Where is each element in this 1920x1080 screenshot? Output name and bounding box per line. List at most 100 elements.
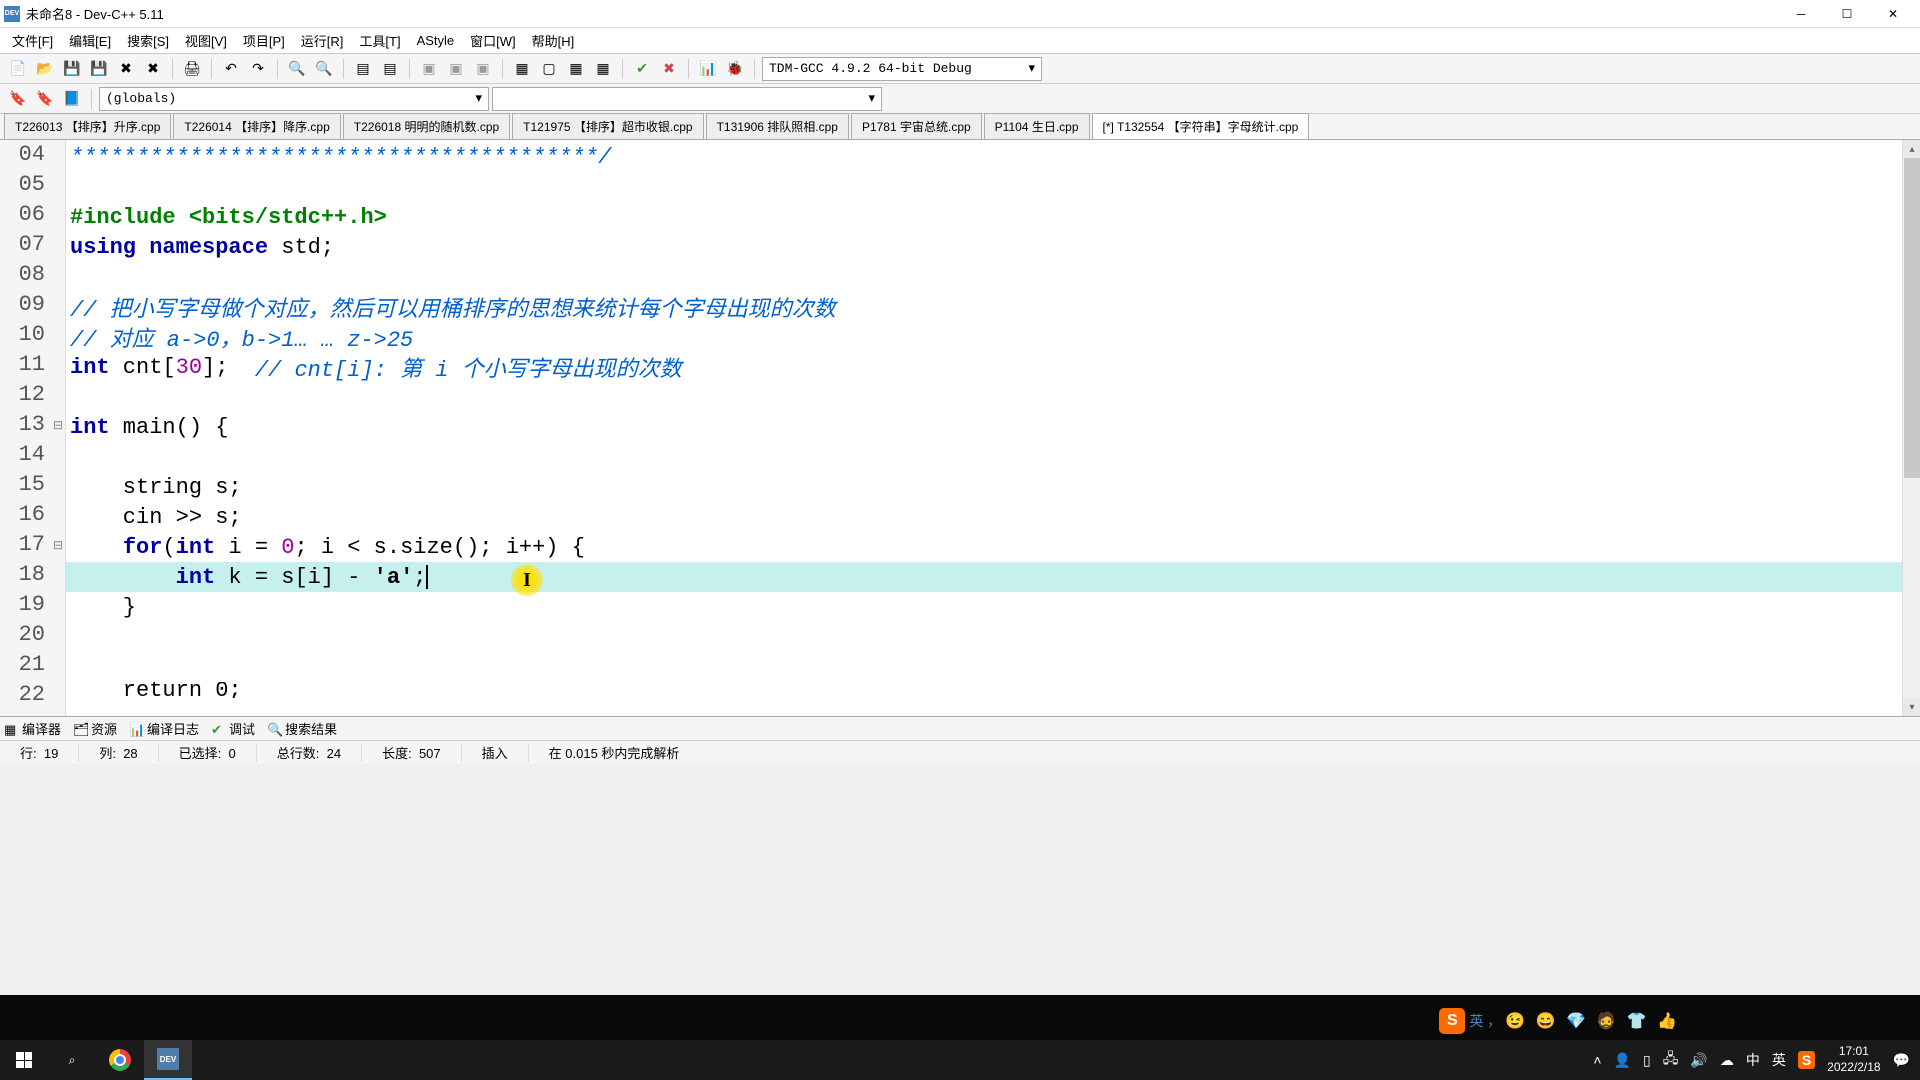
- line-number: 13: [0, 412, 65, 442]
- line-number: 09: [0, 292, 65, 322]
- status-bar: 行: 19 列: 28 已选择: 0 总行数: 24 长度: 507 插入 在 …: [0, 740, 1920, 764]
- taskbar-chrome[interactable]: [96, 1040, 144, 1080]
- tray-ime-mode[interactable]: 英: [1772, 1050, 1786, 1070]
- search-button[interactable]: ⌕: [48, 1040, 96, 1080]
- stop-icon[interactable]: ✖: [657, 57, 681, 81]
- tab-resources[interactable]: 🗂资源: [73, 719, 117, 738]
- close-file-icon[interactable]: ✖: [114, 57, 138, 81]
- status-selected: 已选择: 0: [159, 743, 257, 762]
- scroll-up-icon[interactable]: ▴: [1903, 140, 1920, 158]
- line-number: 07: [0, 232, 65, 262]
- tray-network-icon[interactable]: 🖧: [1663, 1048, 1679, 1072]
- tab-debug[interactable]: ✔调试: [211, 719, 255, 738]
- app-icon: [4, 6, 20, 22]
- print-icon[interactable]: 🖨: [180, 57, 204, 81]
- tray-volume-icon[interactable]: 🔊: [1690, 1052, 1707, 1069]
- profile-icon[interactable]: ▦: [564, 57, 588, 81]
- tab-search-results[interactable]: 🔍搜索结果: [267, 719, 337, 738]
- tray-ime-lang[interactable]: 中: [1746, 1050, 1760, 1070]
- sogou-ime-icon[interactable]: S: [1439, 1008, 1465, 1034]
- tab-compiler[interactable]: ▦编译器: [4, 719, 61, 738]
- main-toolbar: 📄 📂 💾 💾 ✖ ✖ 🖨 ↶ ↷ 🔍 🔍 ▤ ▤ ▣ ▣ ▣ ▦ ▢ ▦ ▦ …: [0, 54, 1920, 84]
- menu-tools[interactable]: 工具[T]: [351, 28, 408, 53]
- menu-view[interactable]: 视图[V]: [177, 28, 235, 53]
- ime-indicator[interactable]: S 英 ， 😉 😄 💎 🧔 👕 👍: [1439, 1008, 1680, 1034]
- file-tab[interactable]: P1104 生日.cpp: [984, 113, 1090, 139]
- line-number: 06: [0, 202, 65, 232]
- scroll-down-icon[interactable]: ▾: [1903, 698, 1920, 716]
- toolbar-separator: [211, 59, 212, 79]
- minimize-button[interactable]: ─: [1778, 0, 1824, 28]
- bookmark-goto-icon[interactable]: 🔖: [33, 87, 57, 111]
- find-icon[interactable]: 🔍: [285, 57, 309, 81]
- close-button[interactable]: ✕: [1870, 0, 1916, 28]
- file-tab[interactable]: T226018 明明的随机数.cpp: [343, 113, 510, 139]
- menu-edit[interactable]: 编辑[E]: [61, 28, 119, 53]
- menu-window[interactable]: 窗口[W]: [462, 28, 524, 53]
- scrollbar-thumb[interactable]: [1904, 158, 1920, 478]
- tray-people-icon[interactable]: 👤: [1614, 1052, 1631, 1069]
- file-tab[interactable]: T226013 【排序】升序.cpp: [4, 113, 171, 139]
- tray-expand-icon[interactable]: ˄: [1593, 1052, 1601, 1068]
- grid-icon: ▦: [4, 722, 18, 736]
- settings-icon[interactable]: ▤: [351, 57, 375, 81]
- code-content[interactable]: ****************************************…: [66, 140, 1920, 716]
- file-tab[interactable]: T226014 【排序】降序.cpp: [173, 113, 340, 139]
- check-icon[interactable]: ✔: [630, 57, 654, 81]
- compiler-profile-dropdown[interactable]: TDM-GCC 4.9.2 64-bit Debug ▾: [762, 57, 1042, 81]
- line-number: 15: [0, 472, 65, 502]
- tray-sogou-icon[interactable]: S: [1798, 1051, 1815, 1069]
- compile-icon[interactable]: ▣: [417, 57, 441, 81]
- start-button[interactable]: [0, 1040, 48, 1080]
- run-icon[interactable]: ▣: [444, 57, 468, 81]
- tray-cloud-icon[interactable]: ☁: [1720, 1052, 1734, 1069]
- notification-icon[interactable]: 💬: [1893, 1052, 1910, 1069]
- syntax-check-icon[interactable]: ▢: [537, 57, 561, 81]
- bookmark-set-icon[interactable]: 🔖: [6, 87, 30, 111]
- menu-file[interactable]: 文件[F]: [4, 28, 61, 53]
- scope-class-dropdown[interactable]: (globals) ▾: [99, 87, 489, 111]
- line-number: 04: [0, 142, 65, 172]
- taskbar-devcpp[interactable]: DEV: [144, 1040, 192, 1080]
- open-file-icon[interactable]: 📂: [33, 57, 57, 81]
- replace-icon[interactable]: 🔍: [312, 57, 336, 81]
- menu-help[interactable]: 帮助[H]: [524, 28, 583, 53]
- file-tab-active[interactable]: [*] T132554 【字符串】字母统计.cpp: [1092, 113, 1310, 139]
- ime-emoji-row[interactable]: 😉 😄 💎 🧔 👕 👍: [1505, 1011, 1680, 1031]
- file-tab[interactable]: T131906 排队照相.cpp: [706, 113, 849, 139]
- compile-run-icon[interactable]: ▣: [471, 57, 495, 81]
- new-file-icon[interactable]: 📄: [6, 57, 30, 81]
- delete-profile-icon[interactable]: 🐞: [723, 57, 747, 81]
- system-tray: ˄ 👤 ▯ 🖧 🔊 ☁ 中 英 S 17:01 2022/2/18 💬: [1593, 1044, 1920, 1075]
- resources-icon: 🗂: [73, 722, 87, 736]
- profile-analysis-icon[interactable]: 📊: [696, 57, 720, 81]
- scope-toolbar: 🔖 🔖 📘 (globals) ▾ ▾: [0, 84, 1920, 114]
- tray-usb-icon[interactable]: ▯: [1643, 1052, 1651, 1069]
- rebuild-icon[interactable]: ▦: [510, 57, 534, 81]
- chevron-down-icon: ▾: [475, 91, 482, 106]
- goto-line-icon[interactable]: ▤: [378, 57, 402, 81]
- file-tab[interactable]: T121975 【排序】超市收银.cpp: [512, 113, 703, 139]
- save-all-icon[interactable]: 💾: [87, 57, 111, 81]
- scope-function-dropdown[interactable]: ▾: [492, 87, 882, 111]
- maximize-button[interactable]: ☐: [1824, 0, 1870, 28]
- vertical-scrollbar[interactable]: ▴ ▾: [1902, 140, 1920, 716]
- redo-icon[interactable]: ↷: [246, 57, 270, 81]
- bookmark-list-icon[interactable]: 📘: [60, 87, 84, 111]
- menu-project[interactable]: 项目[P]: [235, 28, 293, 53]
- window-title: 未命名8 - Dev-C++ 5.11: [26, 4, 1778, 23]
- code-editor[interactable]: 04 05 06 07 08 09 10 11 12 13 14 15 16 1…: [0, 140, 1920, 716]
- taskbar-clock[interactable]: 17:01 2022/2/18: [1827, 1044, 1880, 1075]
- status-length: 长度: 507: [362, 743, 462, 762]
- scope-class-label: (globals): [106, 91, 176, 106]
- menu-astyle[interactable]: AStyle: [409, 30, 463, 51]
- debug-icon[interactable]: ▦: [591, 57, 615, 81]
- close-all-icon[interactable]: ✖: [141, 57, 165, 81]
- tab-compile-log[interactable]: 📊编译日志: [129, 719, 199, 738]
- chrome-icon: [109, 1049, 131, 1071]
- menu-run[interactable]: 运行[R]: [293, 28, 352, 53]
- menu-search[interactable]: 搜索[S]: [119, 28, 177, 53]
- undo-icon[interactable]: ↶: [219, 57, 243, 81]
- file-tab[interactable]: P1781 宇宙总统.cpp: [851, 113, 982, 139]
- save-icon[interactable]: 💾: [60, 57, 84, 81]
